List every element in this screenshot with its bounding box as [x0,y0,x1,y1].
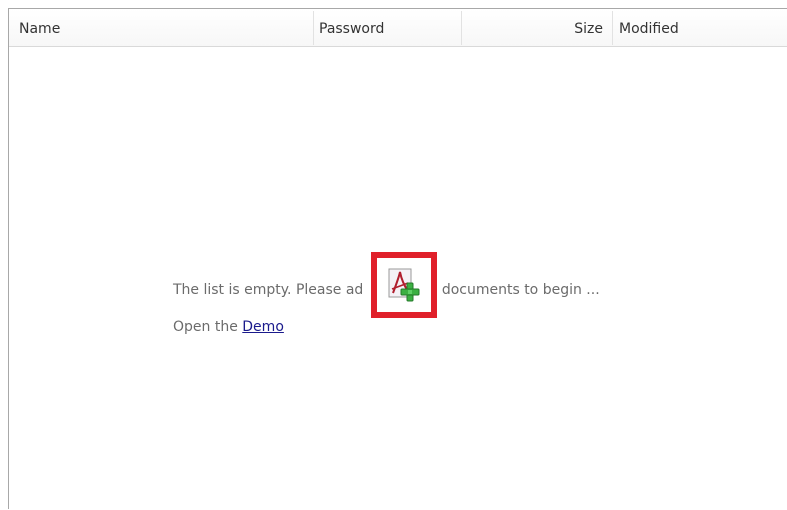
empty-message-end: F documents to begin ... [429,282,600,298]
open-demo-line: Open the Demo [173,319,284,335]
column-header-name[interactable]: Name [19,9,309,46]
file-list-body: The list is empty. Please ad F documents … [9,47,787,510]
column-header-size[interactable]: Size [461,9,603,46]
column-header-modified[interactable]: Modified [619,9,779,46]
open-demo-prefix: Open the [173,319,243,335]
add-pdf-button[interactable] [371,252,437,318]
column-header-password[interactable]: Password [319,9,464,46]
column-separator[interactable] [612,11,613,45]
empty-message-start: The list is empty. Please ad [173,282,364,298]
demo-link[interactable]: Demo [242,319,284,335]
column-separator[interactable] [313,11,314,45]
add-pdf-icon [388,268,420,302]
file-list-panel: Name Password Size Modified The list is … [8,8,787,510]
list-header: Name Password Size Modified [9,9,787,47]
